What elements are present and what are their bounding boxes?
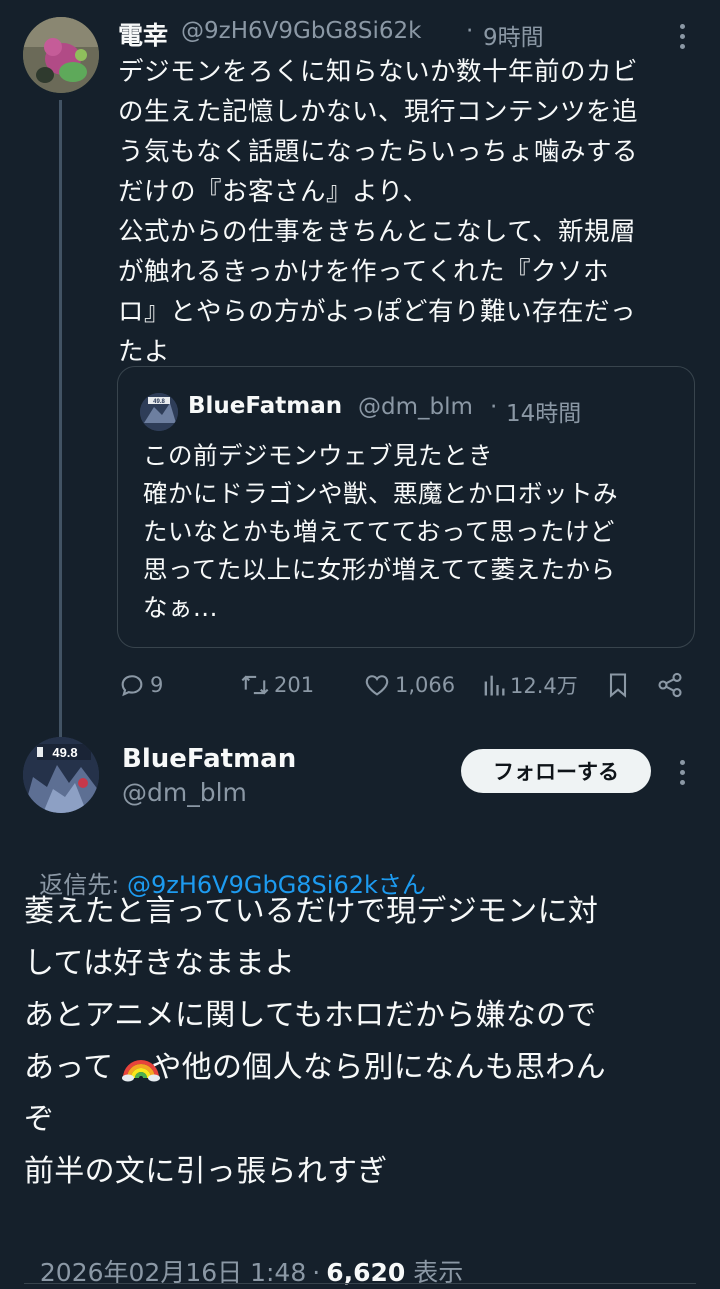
share-icon xyxy=(658,672,682,698)
tweet2-text-line: 萎えたと言っているだけで現デジモンに対 xyxy=(24,894,599,929)
tweet2-more-icon[interactable] xyxy=(677,760,687,785)
avatar-bluefatman[interactable]: 49.8 xyxy=(23,737,99,813)
tweet2-text-fragment: や他の個人なら別になんも思わん xyxy=(151,1050,606,1085)
heart-icon xyxy=(365,675,389,696)
tweet1-text: デジモンをろくに知らないか数十年前のカビ の生えた記憶しかない、現行コンテンツを… xyxy=(118,57,639,367)
reply-button[interactable]: 9 xyxy=(118,668,163,702)
avatar-badge: 49.8 xyxy=(52,745,77,760)
bookmark-icon xyxy=(609,673,627,698)
tweet2-text-line: あとアニメに関してもホロだから嫌なので xyxy=(24,998,597,1033)
tweet1-author-name[interactable]: 電幸 xyxy=(118,16,168,52)
quote-author-handle[interactable]: @dm_blm xyxy=(358,394,473,420)
avatar-denko[interactable] xyxy=(23,17,99,93)
retweet-icon xyxy=(241,675,269,695)
views-chart-icon xyxy=(484,675,505,696)
retweet-count: 201 xyxy=(274,673,315,697)
views-count: 12.4万 xyxy=(510,674,578,698)
bookmark-button[interactable] xyxy=(606,668,630,702)
divider xyxy=(24,1283,696,1284)
quote-avatar-image: 49.8 xyxy=(140,393,178,431)
like-button[interactable]: 1,066 xyxy=(363,668,455,702)
views-button[interactable]: 12.4万 xyxy=(482,668,578,702)
tweet2-author-handle[interactable]: @dm_blm xyxy=(122,778,247,807)
quote-avatar-badge: 49.8 xyxy=(153,399,165,405)
tweet1-author-handle[interactable]: @9zH6V9GbG8Si62k xyxy=(181,18,421,44)
follow-button[interactable]: フォローする xyxy=(461,749,651,793)
avatar-denko-image xyxy=(23,17,99,93)
rainbow-icon xyxy=(122,1060,160,1082)
reply-icon xyxy=(121,675,143,697)
share-button[interactable] xyxy=(656,668,684,702)
tweet2-text: 萎えたと言っているだけで現デジモンに対 しては好きなままよ あとアニメに関しても… xyxy=(24,886,704,1198)
tweet2-meta: 2026年02月16日 1:48 · 6,620 表示 xyxy=(24,1224,463,1289)
retweet-button[interactable]: 201 xyxy=(240,668,314,702)
quoted-tweet-card[interactable]: 49.8 BlueFatman @dm_blm · 14時間 この前デジモンウェ… xyxy=(117,366,695,648)
like-count: 1,066 xyxy=(395,673,456,697)
tweet2-text-line: ぞ xyxy=(24,1102,55,1137)
tweet2-text-line: 前半の文に引っ張られすぎ xyxy=(24,1154,388,1189)
tweet2-text-fragment: あって xyxy=(24,1050,114,1085)
tweet1-separator: · xyxy=(466,18,474,44)
tweet2-author-name[interactable]: BlueFatman xyxy=(122,744,296,774)
quote-time[interactable]: 14時間 xyxy=(506,394,581,428)
reply-count: 9 xyxy=(150,673,164,697)
tweet2-text-line: しては好きなままよ xyxy=(24,946,296,981)
quote-text: この前デジモンウェブ見たとき 確かにドラゴンや獣、悪魔とかロボットみ たいなとか… xyxy=(143,441,618,622)
quote-avatar[interactable]: 49.8 xyxy=(140,393,178,431)
tweet1-more-icon[interactable] xyxy=(677,24,687,49)
quote-separator: · xyxy=(490,394,498,420)
thread-connector-line xyxy=(59,100,62,740)
quote-author-name[interactable]: BlueFatman xyxy=(188,393,342,419)
avatar-bluefatman-image: 49.8 xyxy=(23,737,99,813)
tweet1-time[interactable]: 9時間 xyxy=(483,18,544,52)
